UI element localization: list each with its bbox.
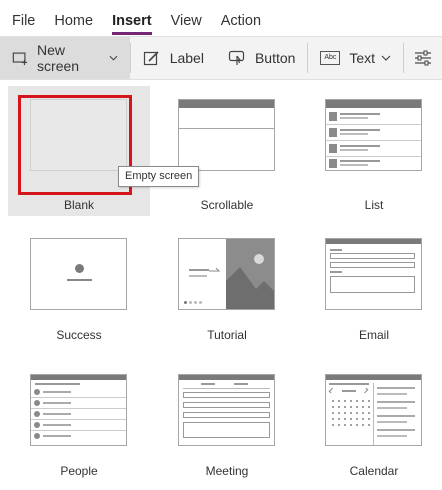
new-screen-gallery: Blank Scrollable List Success Tutorial E… <box>0 81 442 490</box>
list-screen-thumbnail <box>325 99 422 171</box>
chevron-down-icon <box>109 55 118 61</box>
tile-list-label: List <box>364 198 384 212</box>
tile-people-label: People <box>60 464 98 478</box>
button-button[interactable]: Button <box>216 37 307 79</box>
highlight-box <box>18 95 132 195</box>
success-screen-thumbnail <box>30 238 127 310</box>
arrow-right-icon <box>209 267 221 272</box>
menu-file[interactable]: File <box>12 0 35 36</box>
new-screen-label: New screen <box>37 42 80 74</box>
tile-meeting[interactable]: Meeting <box>156 358 298 488</box>
menu-action[interactable]: Action <box>221 0 261 36</box>
tile-calendar[interactable]: Calendar <box>303 358 442 488</box>
tooltip: Empty screen <box>118 166 200 187</box>
controls-button[interactable] <box>404 37 442 79</box>
menu-home[interactable]: Home <box>54 0 93 36</box>
label-button[interactable]: Label <box>131 37 216 79</box>
email-screen-thumbnail <box>325 238 422 310</box>
tile-scrollable[interactable]: Scrollable <box>156 86 298 216</box>
tile-tutorial[interactable]: Tutorial <box>156 222 298 352</box>
text-button[interactable]: Abc Text <box>308 37 403 79</box>
new-screen-icon <box>12 52 28 66</box>
tile-scrollable-label: Scrollable <box>200 198 254 212</box>
tile-calendar-label: Calendar <box>349 464 399 478</box>
checkmark-icon <box>75 264 84 273</box>
sliders-icon <box>414 50 431 66</box>
menu-insert[interactable]: Insert <box>112 0 152 36</box>
calendar-screen-thumbnail <box>325 374 422 446</box>
button-button-text: Button <box>254 50 296 66</box>
tile-success-label: Success <box>56 328 102 342</box>
new-screen-button[interactable]: New screen <box>0 37 130 79</box>
tile-list[interactable]: List <box>303 86 442 216</box>
menu-bar: File Home Insert View Action <box>0 0 442 36</box>
meeting-screen-thumbnail <box>178 374 275 446</box>
tutorial-screen-thumbnail <box>178 238 275 310</box>
edit-label-icon <box>143 51 159 66</box>
tile-tutorial-label: Tutorial <box>207 328 247 342</box>
tile-meeting-label: Meeting <box>205 464 249 478</box>
scrollable-screen-thumbnail <box>178 99 275 171</box>
label-button-text: Label <box>169 50 204 66</box>
ribbon-toolbar: New screen Label Button Abc Text <box>0 36 442 80</box>
tile-success[interactable]: Success <box>8 222 150 352</box>
menu-view[interactable]: View <box>171 0 202 36</box>
tile-email[interactable]: Email <box>303 222 442 352</box>
tile-people[interactable]: People <box>8 358 150 488</box>
people-screen-thumbnail <box>30 374 127 446</box>
tile-blank-label: Blank <box>63 198 95 212</box>
button-icon <box>228 50 245 65</box>
text-input-icon: Abc <box>320 51 341 65</box>
image-placeholder-icon <box>226 254 274 309</box>
chevron-down-icon <box>381 55 391 61</box>
text-button-label: Text <box>349 50 376 66</box>
tile-email-label: Email <box>358 328 389 342</box>
